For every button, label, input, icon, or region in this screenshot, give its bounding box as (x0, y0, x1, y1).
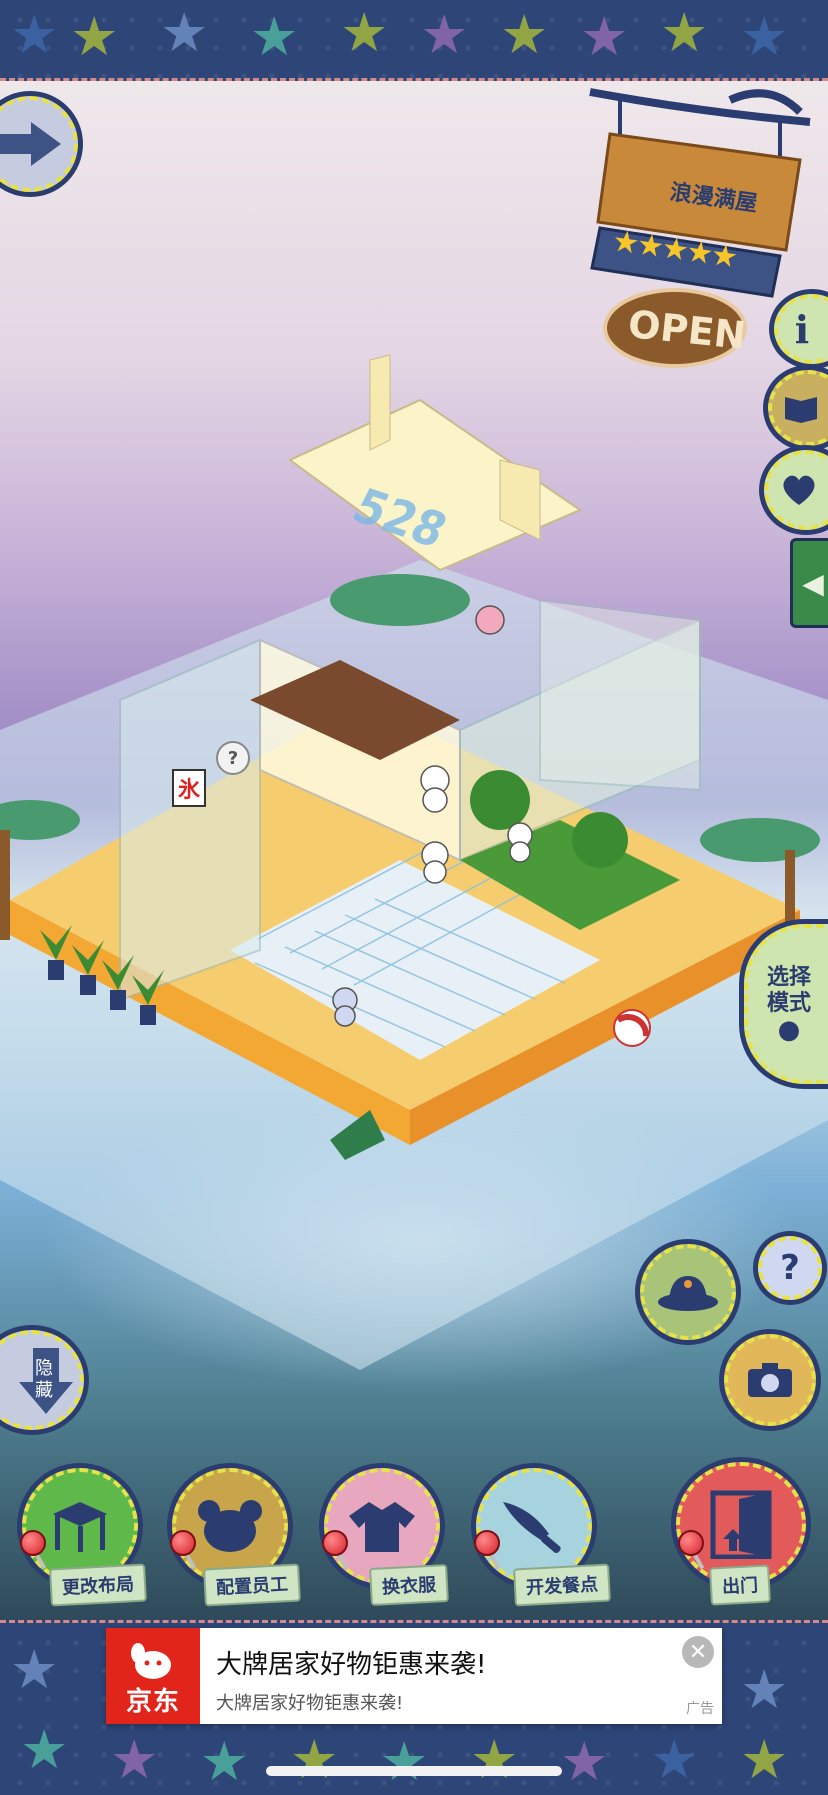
info-icon: i (794, 306, 810, 352)
select-mode-button[interactable]: 选择 模式 ● (744, 924, 828, 1084)
side-panel-toggle[interactable]: ◀ (790, 538, 828, 628)
star-decoration: ★ (740, 1658, 789, 1721)
door-icon (710, 1490, 772, 1559)
star-decoration: ★ (740, 5, 789, 68)
star-decoration: ★ (660, 1, 709, 64)
change-layout-label: 更改布局 (49, 1563, 147, 1607)
star-decoration: ★ (740, 1728, 789, 1791)
ad-tag: 广告 (686, 1701, 714, 1717)
heart-chat-icon (783, 475, 815, 505)
star-decoration: ★ (70, 5, 119, 68)
bear-head-icon (198, 1500, 262, 1552)
question-icon: ? (780, 1248, 800, 1288)
develop-dishes-label: 开发餐点 (513, 1563, 611, 1607)
knife-icon (503, 1502, 561, 1554)
table-icon (53, 1502, 107, 1552)
star-decoration: ★ (470, 1728, 519, 1791)
help-button[interactable]: ? (758, 1236, 822, 1300)
jd-logo: 京东 (106, 1628, 200, 1724)
ad-brand: 京东 (125, 1687, 180, 1717)
camera-button[interactable] (724, 1334, 816, 1426)
book-icon (785, 397, 817, 423)
pin-icon (170, 1530, 196, 1556)
pin-icon (474, 1530, 500, 1556)
star-decoration: ★ (580, 5, 629, 68)
star-decoration: ★ (250, 5, 299, 68)
ad-title: 大牌居家好物钜惠来袭! (216, 1650, 487, 1680)
star-decoration: ★ (500, 3, 549, 66)
pin-icon (20, 1530, 46, 1556)
star-decoration: ★ (380, 1730, 429, 1793)
ad-banner[interactable]: 京东 大牌居家好物钜惠来袭! 大牌居家好物钜惠来袭! ✕ 广告 (106, 1628, 722, 1724)
star-decoration: ★ (200, 1730, 249, 1793)
jd-dog-icon (131, 1643, 171, 1679)
star-decoration: ★ (420, 3, 469, 66)
assign-staff-label: 配置员工 (203, 1563, 301, 1607)
change-clothes-label: 换衣服 (369, 1563, 449, 1607)
hide-label-1: 隐 (35, 1358, 53, 1379)
star-decoration: ★ (110, 1728, 159, 1791)
camera-icon (748, 1363, 792, 1397)
ad-subtitle: 大牌居家好物钜惠来袭! (216, 1693, 404, 1714)
chevron-left-icon: ◀ (802, 566, 824, 600)
shop-banner-sign: 氷 (172, 769, 206, 807)
question-bubble-icon[interactable]: ? (216, 741, 250, 775)
hat-button[interactable] (640, 1244, 736, 1340)
bear-face-icon: ● (777, 1015, 801, 1045)
select-mode-label-2: 模式 (766, 991, 811, 1016)
go-out-label: 出门 (709, 1564, 771, 1606)
shirt-icon (349, 1502, 415, 1552)
select-mode-label-1: 选择 (766, 965, 811, 990)
star-decoration: ★ (650, 1728, 699, 1791)
hat-icon (658, 1276, 718, 1311)
ad-close-button[interactable]: ✕ (682, 1636, 714, 1668)
arrow-right-icon (0, 122, 61, 166)
pin-icon (678, 1530, 704, 1556)
hide-label-2: 藏 (35, 1380, 53, 1401)
star-decoration: ★ (20, 1718, 69, 1781)
star-decoration: ★ (560, 1730, 609, 1793)
home-indicator[interactable] (266, 1766, 562, 1776)
star-decoration: ★ (10, 1638, 59, 1701)
star-decoration: ★ (160, 1, 209, 64)
pin-icon (322, 1530, 348, 1556)
star-decoration: ★ (290, 1728, 339, 1791)
star-decoration: ★ (10, 3, 59, 66)
top-star-border: ★ ★ ★ ★ ★ ★ ★ ★ ★ ★ (0, 0, 828, 81)
star-decoration: ★ (340, 1, 389, 64)
